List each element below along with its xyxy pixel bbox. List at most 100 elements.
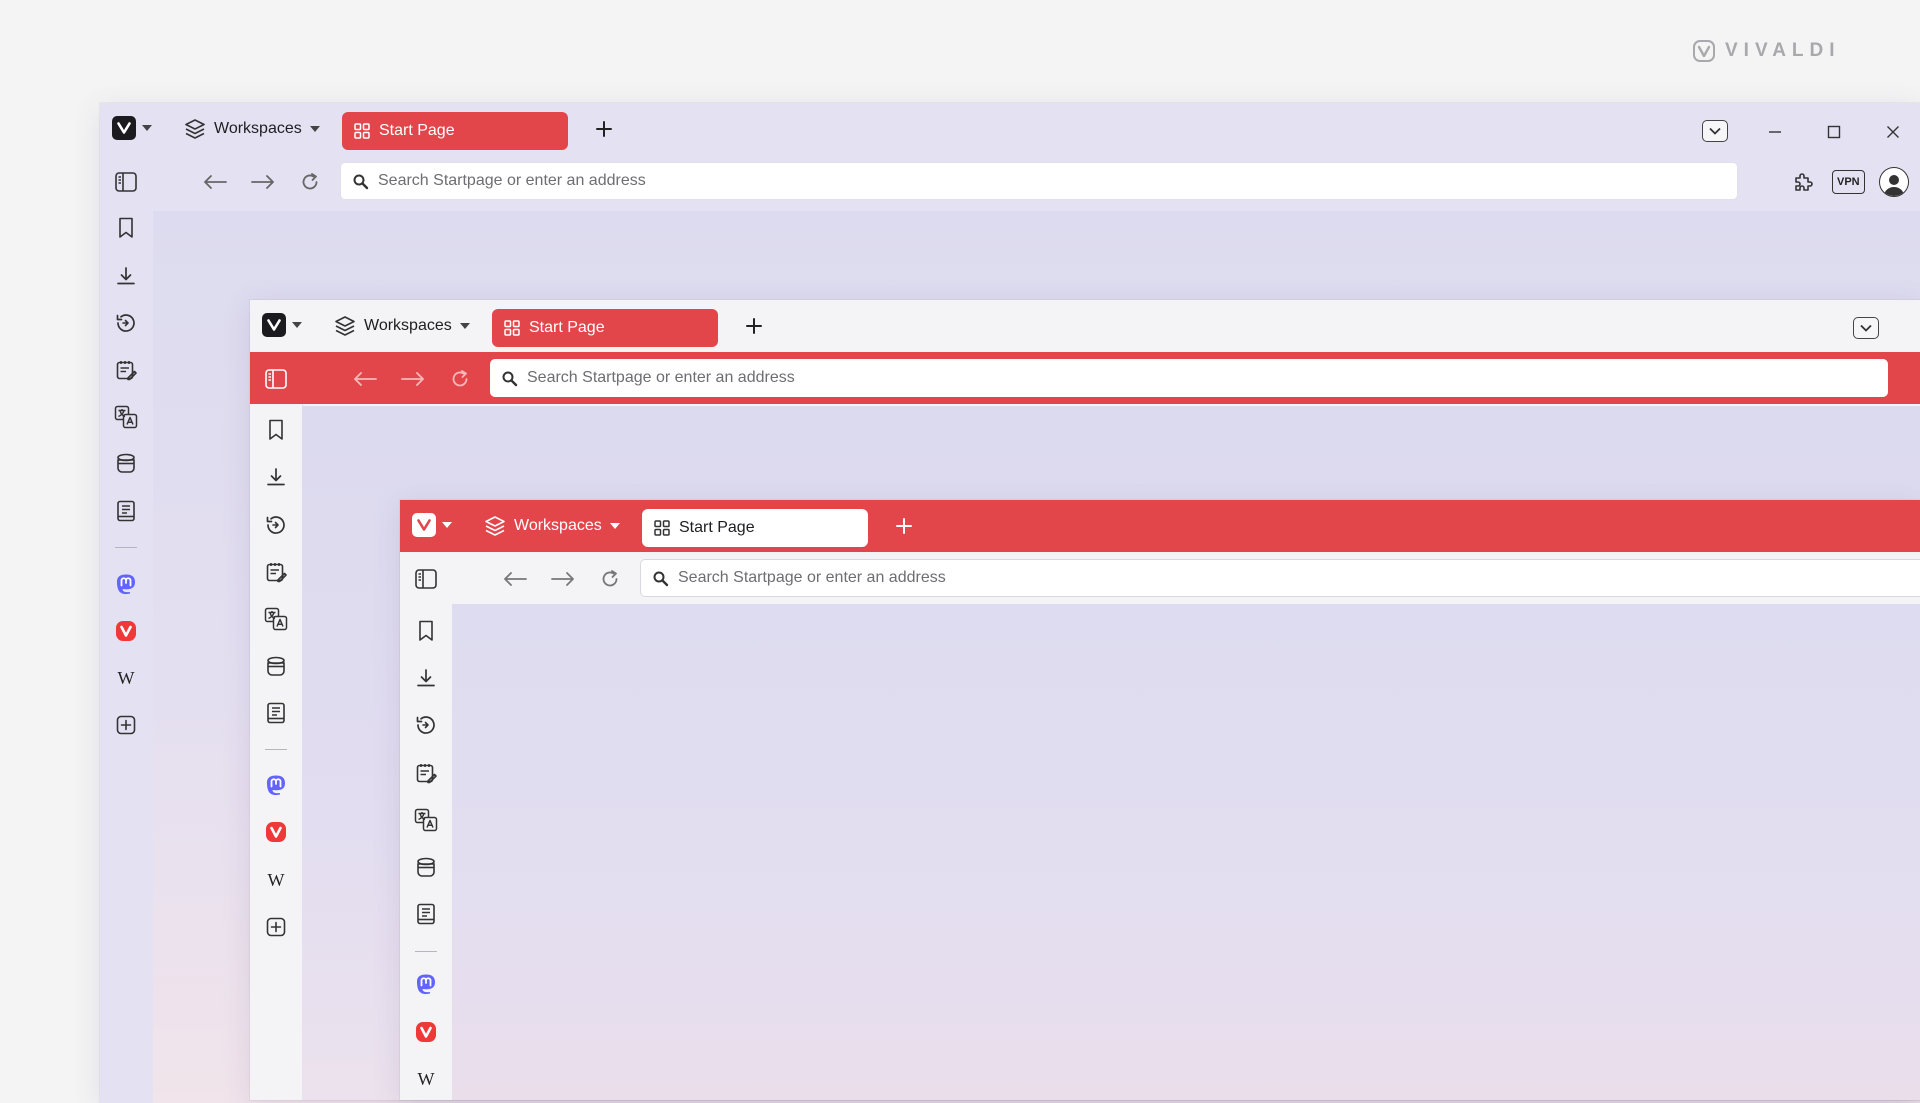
panel-feeds[interactable] [112, 497, 140, 525]
tab-start-page[interactable]: Start Page [642, 509, 868, 547]
panel-reading-list[interactable] [412, 853, 440, 881]
back-button[interactable] [350, 364, 380, 394]
vivaldi-menu-button[interactable] [412, 513, 452, 537]
address-placeholder: Search Startpage or enter an address [527, 369, 795, 386]
panel-toggle-button[interactable] [262, 365, 290, 393]
arrow-right-icon [251, 175, 274, 189]
brand-name: VIVALDI [1725, 40, 1841, 61]
panel-wikipedia[interactable]: W [112, 664, 140, 692]
panel-add-web-panel[interactable] [262, 913, 290, 941]
new-tab-button[interactable] [740, 312, 768, 340]
arrow-left-icon [504, 572, 527, 586]
panel-notes[interactable] [412, 759, 440, 787]
address-field[interactable]: Search Startpage or enter an address [340, 162, 1738, 200]
reload-button[interactable] [295, 167, 325, 197]
back-button[interactable] [500, 564, 530, 594]
chevron-down-icon [442, 522, 452, 528]
panel-notes[interactable] [262, 558, 290, 586]
panel-mastodon[interactable] [412, 970, 440, 998]
address-bar-row: Search Startpage or enter an address VPN [100, 155, 1920, 209]
panel-vivaldi[interactable] [412, 1018, 440, 1046]
chevron-down-icon [1709, 127, 1721, 135]
vivaldi-menu-button[interactable] [112, 116, 152, 140]
vivaldi-menu-button[interactable] [262, 313, 302, 337]
panel-feeds[interactable] [262, 699, 290, 727]
panel-toggle-icon [265, 369, 287, 389]
reload-button[interactable] [595, 564, 625, 594]
tab-list-button[interactable] [1702, 120, 1728, 142]
maximize-button[interactable] [1821, 119, 1847, 145]
side-panel: W [100, 211, 152, 1103]
panel-translate[interactable] [112, 403, 140, 431]
panel-vivaldi[interactable] [262, 818, 290, 846]
panel-vivaldi[interactable] [112, 617, 140, 645]
panel-add-web-panel[interactable] [112, 711, 140, 739]
panel-feeds[interactable] [412, 900, 440, 928]
extensions-button[interactable] [1790, 168, 1818, 196]
start-page-content [452, 604, 1920, 1100]
reading-list-icon [417, 857, 435, 877]
panel-bookmarks[interactable] [262, 416, 290, 444]
chevron-down-icon [609, 523, 620, 529]
wikipedia-icon: W [117, 667, 135, 688]
back-button[interactable] [200, 167, 230, 197]
forward-button[interactable] [248, 167, 278, 197]
panel-toggle-button[interactable] [112, 168, 140, 196]
forward-button[interactable] [548, 564, 578, 594]
panel-mastodon[interactable] [262, 771, 290, 799]
panel-reading-list[interactable] [112, 449, 140, 477]
panel-notes[interactable] [112, 356, 140, 384]
reading-list-icon [267, 656, 285, 676]
panel-mastodon[interactable] [112, 570, 140, 598]
tab-list-button[interactable] [1853, 317, 1879, 339]
panel-history[interactable] [412, 711, 440, 739]
workspaces-button[interactable]: Workspaces [484, 512, 620, 540]
maximize-icon [1827, 125, 1841, 139]
chevron-down-icon [1860, 324, 1872, 332]
panel-reading-list[interactable] [262, 652, 290, 680]
panel-toggle-icon [115, 172, 137, 192]
minimize-button[interactable] [1762, 119, 1788, 145]
workspaces-button[interactable]: Workspaces [334, 312, 470, 340]
download-icon [117, 267, 135, 285]
chevron-down-icon [459, 323, 470, 329]
panel-history[interactable] [112, 309, 140, 337]
minimize-icon [1769, 131, 1781, 133]
new-tab-button[interactable] [890, 512, 918, 540]
translate-icon [114, 405, 138, 429]
search-icon [653, 571, 669, 586]
new-tab-button[interactable] [590, 115, 618, 143]
vivaldi-logo-icon [412, 513, 436, 537]
panel-bookmarks[interactable] [412, 617, 440, 645]
panel-wikipedia[interactable]: W [412, 1065, 440, 1093]
panel-wikipedia[interactable]: W [262, 866, 290, 894]
workspaces-icon [485, 516, 505, 536]
address-field[interactable]: Search Startpage or enter an address [490, 359, 1888, 397]
address-field[interactable]: Search Startpage or enter an address [640, 559, 1920, 597]
vivaldi-brand: VIVALDI [1693, 38, 1841, 64]
arrow-right-icon [551, 572, 574, 586]
panel-downloads[interactable] [262, 463, 290, 491]
panel-bookmarks[interactable] [112, 214, 140, 242]
arrow-left-icon [354, 372, 377, 386]
workspaces-button[interactable]: Workspaces [184, 115, 320, 143]
start-page-grid-icon [504, 320, 520, 336]
panel-history[interactable] [262, 511, 290, 539]
close-button[interactable] [1880, 119, 1906, 145]
tab-start-page[interactable]: Start Page [342, 112, 568, 150]
panel-translate[interactable] [412, 806, 440, 834]
panel-downloads[interactable] [112, 262, 140, 290]
tab-start-page[interactable]: Start Page [492, 309, 718, 347]
tab-title: Start Page [379, 122, 455, 139]
mastodon-icon [267, 775, 285, 796]
panel-toggle-button[interactable] [412, 565, 440, 593]
profile-button[interactable] [1878, 167, 1909, 197]
panel-downloads[interactable] [412, 664, 440, 692]
forward-button[interactable] [398, 364, 428, 394]
vpn-button[interactable]: VPN [1832, 170, 1865, 194]
panel-translate[interactable] [262, 605, 290, 633]
panel-toggle-icon [415, 569, 437, 589]
close-icon [1887, 126, 1899, 138]
toolbar-right: VPN [1790, 167, 1909, 197]
reload-button[interactable] [445, 364, 475, 394]
